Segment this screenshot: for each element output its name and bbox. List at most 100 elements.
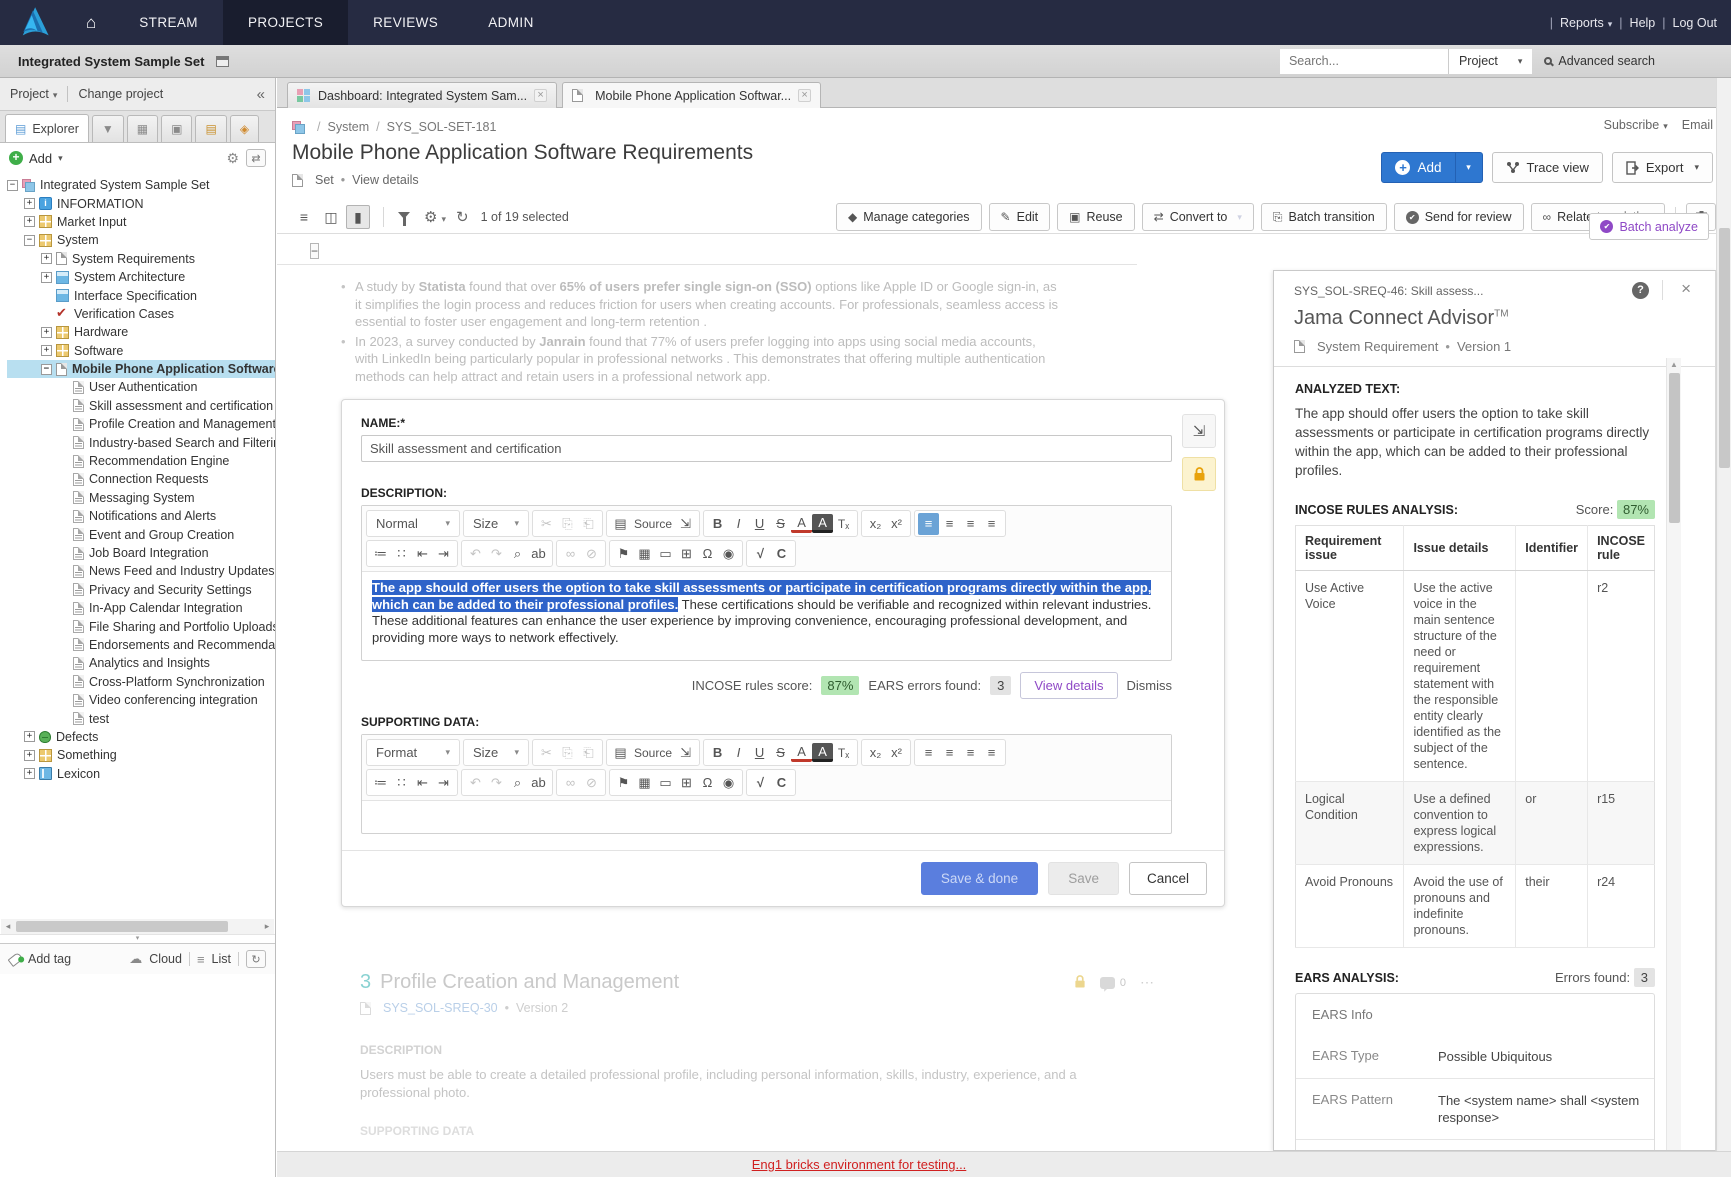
style-select[interactable]: Format▾ xyxy=(370,741,456,765)
tree-item-endorsements-and-recommendations[interactable]: Endorsements and Recommendations xyxy=(7,636,275,654)
nav-item-admin[interactable]: ADMIN xyxy=(463,0,559,45)
collapse-icon[interactable]: − xyxy=(24,235,35,246)
template-button[interactable]: ▤ xyxy=(610,513,631,535)
maximize-button[interactable]: ⇲ xyxy=(675,742,696,764)
project-menu[interactable]: Project▾ xyxy=(10,87,57,101)
underline-button[interactable]: U xyxy=(749,513,770,535)
indent-button[interactable]: ⇥ xyxy=(433,543,454,565)
outdent-button[interactable]: ⇤ xyxy=(412,772,433,794)
send-for-review-button[interactable]: ✔Send for review xyxy=(1394,203,1524,231)
tree-item-system[interactable]: −System xyxy=(7,231,275,249)
scroll-right-icon[interactable]: ▸ xyxy=(260,919,274,934)
tree-item-verification-cases[interactable]: Verification Cases xyxy=(7,305,275,323)
tree-item-job-board-integration[interactable]: Job Board Integration xyxy=(7,544,275,562)
scrollbar-thumb[interactable] xyxy=(1719,228,1730,468)
expand-icon[interactable]: + xyxy=(24,731,35,742)
advanced-search-link[interactable]: Advanced search xyxy=(1544,54,1655,68)
expand-icon[interactable]: + xyxy=(24,216,35,227)
tree-item-recommendation-engine[interactable]: Recommendation Engine xyxy=(7,452,275,470)
tag-cloud-button[interactable]: Cloud xyxy=(149,952,182,966)
reading-view-button[interactable]: ◫ xyxy=(319,205,343,229)
style-select[interactable]: Normal▾ xyxy=(370,512,456,536)
name-field[interactable] xyxy=(361,435,1172,462)
settings-dropdown[interactable]: ⚙▾ xyxy=(424,208,446,226)
topnav-help[interactable]: Help xyxy=(1630,16,1656,30)
convert-to-button[interactable]: ⇄Convert to▾ xyxy=(1142,203,1254,231)
close-icon[interactable]: × xyxy=(534,89,547,102)
find-button[interactable]: ⌕ xyxy=(507,772,528,794)
nav-item-reviews[interactable]: REVIEWS xyxy=(348,0,463,45)
source-button[interactable]: Source xyxy=(631,513,675,535)
add-split-button[interactable]: +Add ▾ xyxy=(1381,152,1482,183)
document-tab-dashboard-integrate[interactable]: Dashboard: Integrated System Sam...× xyxy=(287,82,557,109)
bold-button[interactable]: B xyxy=(707,513,728,535)
tree-item-something[interactable]: +Something xyxy=(7,746,275,764)
remove-format-button[interactable]: Tₓ xyxy=(833,742,854,764)
expand-icon[interactable]: + xyxy=(24,768,35,779)
redo-button[interactable]: ↷ xyxy=(486,772,507,794)
save-button[interactable]: Save xyxy=(1048,862,1119,895)
omega-button[interactable]: Ω xyxy=(697,772,718,794)
bg-color-button[interactable]: A xyxy=(812,514,833,533)
scrollbar-thumb[interactable] xyxy=(16,921,228,932)
tree-item-hardware[interactable]: +Hardware xyxy=(7,323,275,341)
unlink-button[interactable]: ⊘ xyxy=(581,543,602,565)
item-id-link[interactable]: SYS_SOL-SREQ-30 xyxy=(383,1001,498,1015)
search-input[interactable] xyxy=(1289,54,1439,68)
trace-view-button[interactable]: Trace view xyxy=(1492,152,1603,183)
collapse-section-icon[interactable]: − xyxy=(310,243,319,259)
template-button[interactable]: ▤ xyxy=(610,742,631,764)
ordered-list-button[interactable]: ≔ xyxy=(370,772,391,794)
close-icon[interactable]: × xyxy=(1681,279,1691,299)
size-select[interactable]: Size▾ xyxy=(467,741,525,765)
tab-filter[interactable]: ▼ xyxy=(92,115,124,142)
batch-transition-button[interactable]: ⎘Batch transition xyxy=(1261,203,1387,231)
cut-button[interactable]: ✂ xyxy=(536,742,557,764)
refresh-icon[interactable]: ↻ xyxy=(456,208,469,226)
gear-icon[interactable]: ⚙ xyxy=(226,150,239,167)
tree-item-mobile-phone-application-software-requi[interactable]: −Mobile Phone Application Software Requi xyxy=(7,360,275,378)
bulleted-list-button[interactable]: ∷ xyxy=(391,772,412,794)
nav-item-stream[interactable]: STREAM xyxy=(114,0,223,45)
add-tag-button[interactable]: Add tag xyxy=(28,952,71,966)
align-left-button[interactable]: ≡ xyxy=(918,742,939,764)
tree-item-news-feed-and-industry-updates[interactable]: News Feed and Industry Updates xyxy=(7,562,275,580)
table-button[interactable]: ⊞ xyxy=(676,772,697,794)
align-center-button[interactable]: ≡ xyxy=(939,742,960,764)
expand-icon[interactable]: + xyxy=(24,198,35,209)
tree-item-integrated-system-sample-set[interactable]: −Integrated System Sample Set xyxy=(7,176,275,194)
tab-baselines[interactable]: ▤ xyxy=(195,115,226,142)
collapse-sidebar-icon[interactable]: « xyxy=(257,86,265,103)
expand-editor-icon[interactable]: ⇲ xyxy=(1182,414,1216,448)
expand-icon[interactable]: + xyxy=(24,750,35,761)
topnav-reports[interactable]: Reports▾ xyxy=(1560,16,1612,30)
change-project-link[interactable]: Change project xyxy=(78,87,163,101)
expand-icon[interactable]: + xyxy=(41,272,52,283)
email-button[interactable]: Email xyxy=(1682,118,1713,132)
save-done-button[interactable]: Save & done xyxy=(921,862,1038,895)
collapse-icon[interactable]: − xyxy=(41,364,52,375)
superscript-button[interactable]: x² xyxy=(886,513,907,535)
folder-button[interactable]: ▭ xyxy=(655,543,676,565)
accessibility-button[interactable]: ◉ xyxy=(718,772,739,794)
cut-button[interactable]: ✂ xyxy=(536,513,557,535)
advisor-scrollbar[interactable]: ▲ xyxy=(1666,358,1681,1150)
anchor-flag-button[interactable]: ⚑ xyxy=(613,772,634,794)
tab-components[interactable]: ▣ xyxy=(161,115,192,142)
cancel-button[interactable]: Cancel xyxy=(1129,862,1207,895)
image-button[interactable]: ▦ xyxy=(634,772,655,794)
scroll-left-icon[interactable]: ◂ xyxy=(1,919,15,934)
tree-item-lexicon[interactable]: +Lexicon xyxy=(7,765,275,783)
scrollbar-thumb[interactable] xyxy=(1669,373,1680,523)
link-button[interactable]: ∞ xyxy=(560,543,581,565)
text-color-button[interactable]: A xyxy=(791,514,812,533)
description-editor-content[interactable]: The app should offer users the option to… xyxy=(362,572,1171,660)
tree-item-notifications-and-alerts[interactable]: Notifications and Alerts xyxy=(7,507,275,525)
help-icon[interactable]: ? xyxy=(1632,282,1649,299)
tree-item-market-input[interactable]: +Market Input xyxy=(7,213,275,231)
align-left-button[interactable]: ≡ xyxy=(918,513,939,535)
breadcrumb-system[interactable]: System xyxy=(327,120,369,134)
sidebar-add-button[interactable]: Add xyxy=(29,151,52,166)
undo-button[interactable]: ↶ xyxy=(465,543,486,565)
tree-item-in-app-calendar-integration[interactable]: In-App Calendar Integration xyxy=(7,599,275,617)
